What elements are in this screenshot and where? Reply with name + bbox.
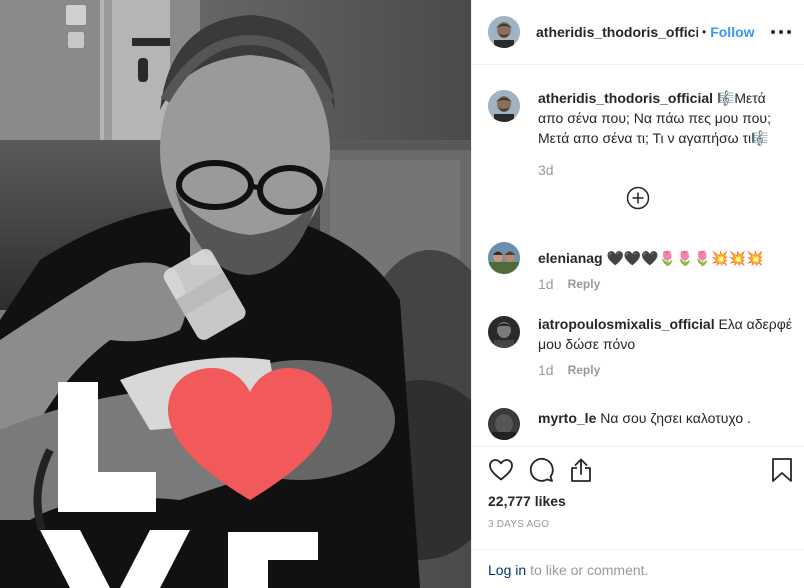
comment-icon[interactable]	[528, 457, 556, 485]
post-actions: 22,777 likes 3 DAYS AGO Log in to like o…	[472, 446, 804, 588]
comment-text: 🖤🖤🖤🌷🌷🌷💥💥💥	[606, 250, 764, 266]
comments-list[interactable]: atheridis_thodoris_official 🎼Μετά απο σέ…	[472, 66, 804, 446]
comment-timestamp[interactable]: 1d	[538, 362, 554, 378]
comment-username[interactable]: iatropoulosmixalis_official	[538, 316, 715, 332]
comment-timestamp[interactable]: 1d	[538, 276, 554, 292]
commenter-avatar[interactable]	[488, 316, 520, 348]
action-bar	[488, 457, 793, 487]
avatar-image	[488, 316, 520, 348]
post-side-panel: atheridis_thodoris_official • Follow ath…	[471, 0, 804, 588]
commenter-avatar[interactable]	[488, 408, 520, 440]
share-icon[interactable]	[568, 457, 596, 485]
avatar-image	[488, 242, 520, 274]
comment-item: iatropoulosmixalis_official Ελα αδερφέ μ…	[488, 316, 793, 378]
likes-count[interactable]: 22,777 likes	[488, 493, 566, 509]
commenter-avatar[interactable]	[488, 242, 520, 274]
post-header: atheridis_thodoris_official • Follow	[472, 0, 804, 65]
post-timestamp[interactable]: 3 DAYS AGO	[488, 519, 549, 530]
author-username[interactable]: atheridis_thodoris_official	[536, 24, 698, 40]
follow-button[interactable]: Follow	[710, 24, 754, 40]
comment-username[interactable]: myrto_le	[538, 410, 596, 426]
more-options-icon[interactable]	[771, 22, 791, 42]
avatar-image	[488, 408, 520, 440]
comment-item: myrto_le Να σου ζησει καλοτυχο .	[488, 408, 793, 440]
reply-button[interactable]: Reply	[568, 277, 601, 291]
comment-username[interactable]: elenianag	[538, 250, 603, 266]
plus-circle-icon	[626, 186, 650, 210]
load-more-comments-button[interactable]	[626, 186, 650, 210]
caption-timestamp[interactable]: 3d	[538, 162, 554, 178]
login-prompt: Log in to like or comment.	[472, 549, 804, 588]
caption-avatar[interactable]	[488, 90, 520, 122]
author-avatar[interactable]	[488, 16, 520, 48]
photo-image	[0, 0, 471, 588]
login-prompt-text: to like or comment.	[530, 561, 649, 578]
comment-text: Να σου ζησει καλοτυχο .	[600, 410, 751, 426]
avatar-image	[488, 90, 520, 122]
login-link[interactable]: Log in	[488, 562, 526, 578]
avatar-image	[488, 16, 520, 48]
bookmark-icon[interactable]	[770, 457, 798, 485]
caption-username[interactable]: atheridis_thodoris_official	[538, 90, 713, 106]
comment-item: elenianag 🖤🖤🖤🌷🌷🌷💥💥💥 1d Reply	[488, 242, 793, 292]
separator-dot: •	[702, 25, 707, 39]
caption: atheridis_thodoris_official 🎼Μετά απο σέ…	[488, 90, 793, 148]
heart-icon[interactable]	[488, 457, 516, 485]
post-photo[interactable]	[0, 0, 471, 588]
reply-button[interactable]: Reply	[568, 363, 601, 377]
